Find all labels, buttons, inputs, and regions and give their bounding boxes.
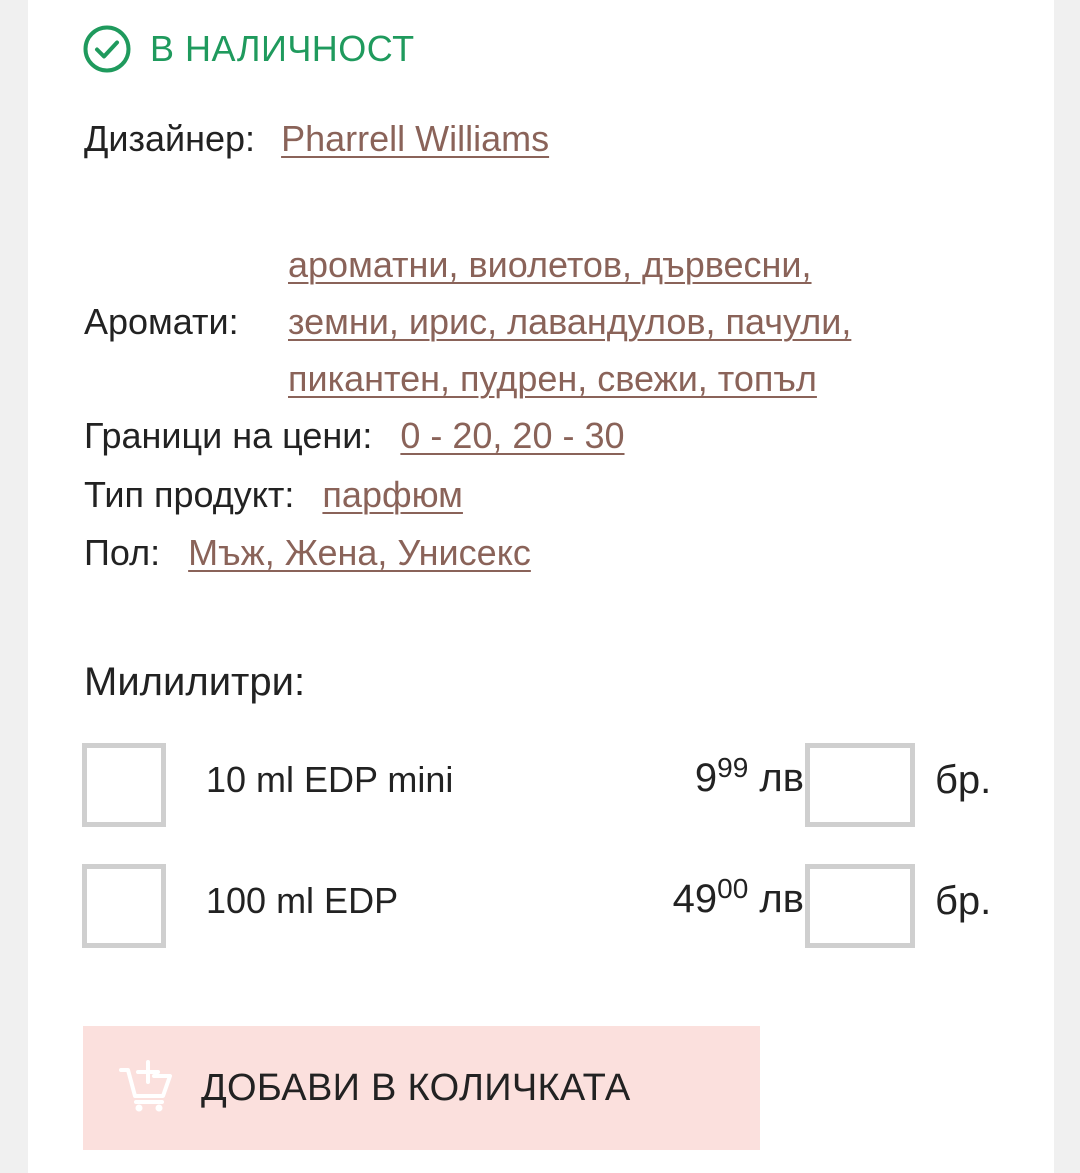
designer-link[interactable]: Pharrell Williams [281,118,549,159]
add-to-cart-button[interactable]: ДОБАВИ В КОЛИЧКАТА [83,1026,760,1150]
stock-status: В НАЛИЧНОСТ [82,24,415,74]
variant-name: 10 ml EDP mini [206,759,454,800]
price-currency: лв [759,877,804,921]
aromas-links-3[interactable]: пикантен, пудрен, свежи, топъл [288,358,817,399]
price-main: 49 [672,877,718,921]
variant-name: 100 ml EDP [206,880,399,921]
check-circle-icon [82,24,132,74]
gender-row: Пол: Мъж, Жена, Унисекс [84,530,531,576]
price-cents: 00 [717,873,749,904]
aromas-links-2[interactable]: земни, ирис, лавандулов, пачули, [288,301,851,342]
quantity-input[interactable] [805,864,915,948]
designer-row: Дизайнер: Pharrell Williams [84,116,549,162]
quantity-unit: бр. [935,879,992,923]
variant-price: 999 лв [695,753,804,803]
product-details-card [28,0,1054,1173]
add-to-cart-label: ДОБАВИ В КОЛИЧКАТА [201,1066,631,1109]
price-cents: 99 [717,752,749,783]
product-type-link[interactable]: парфюм [322,474,463,515]
cart-plus-icon [83,1058,175,1119]
price-main: 9 [694,756,718,800]
quantity-unit: бр. [935,758,992,802]
gender-label: Пол: [84,532,161,573]
quantity-input[interactable] [805,743,915,827]
aromas-line-1: ароматни, виолетов, дървесни, [288,242,812,288]
price-range-link[interactable]: 0 - 20, 20 - 30 [400,415,624,456]
aromas-line-2: земни, ирис, лавандулов, пачули, [288,299,851,345]
aromas-line-3: пикантен, пудрен, свежи, топъл [288,356,817,402]
variant-price: 4900 лв [673,874,804,924]
price-range-row: Граници на цени: 0 - 20, 20 - 30 [84,413,625,459]
milliliters-title: Милилитри: [84,660,306,704]
designer-label: Дизайнер: [84,118,256,159]
variant-row: 100 ml EDP 4900 лв бр. [82,864,1002,948]
stock-status-text: В НАЛИЧНОСТ [150,28,415,69]
variant-checkbox[interactable] [82,864,166,948]
price-currency: лв [759,756,804,800]
product-type-row: Тип продукт: парфюм [84,472,463,518]
aromas-links-1[interactable]: ароматни, виолетов, дървесни, [288,244,812,285]
product-type-label: Тип продукт: [84,474,295,515]
variant-checkbox[interactable] [82,743,166,827]
aromas-label: Аромати: [84,301,239,342]
gender-link[interactable]: Мъж, Жена, Унисекс [188,532,531,573]
variant-row: 10 ml EDP mini 999 лв бр. [82,743,1002,827]
price-range-label: Граници на цени: [84,415,373,456]
